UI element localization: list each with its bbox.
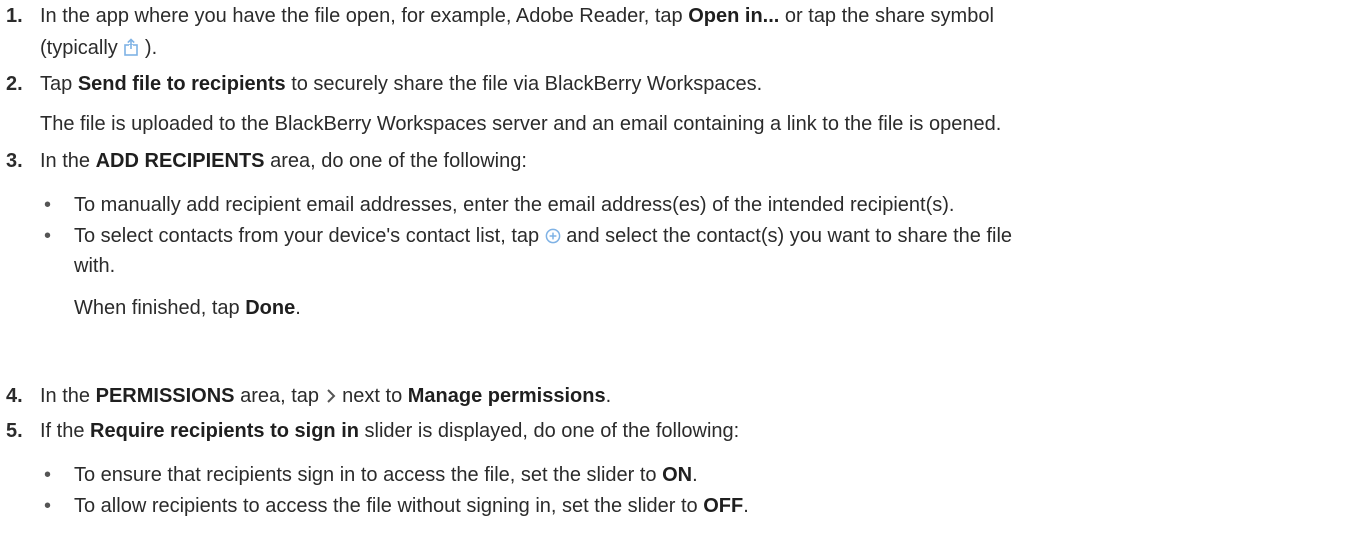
step-2-line: Tap Send file to recipients to securely …: [40, 73, 763, 95]
step-1: 1. In the app where you have the file op…: [0, 2, 994, 64]
done-label: Done: [245, 297, 296, 319]
list-item: • To ensure that recipients sign in to ac…: [44, 464, 698, 486]
off-label: OFF: [703, 495, 744, 517]
require-sign-in-label: Require recipients to sign in: [90, 420, 359, 442]
share-icon: [123, 36, 139, 64]
step-1-line-2: (typically ).: [40, 34, 994, 64]
step-4: 4. In the PERMISSIONS area, tap next to …: [0, 382, 611, 412]
add-circle-icon: [545, 224, 561, 252]
step-number: 4.: [6, 385, 23, 407]
step-3: 3. In the ADD RECIPIENTS area, do one of…: [0, 147, 1012, 322]
step-number: 2.: [6, 73, 23, 95]
list-item: • To allow recipients to access the file …: [44, 495, 749, 517]
permissions-label: PERMISSIONS: [95, 385, 235, 407]
step-number: 5.: [6, 420, 23, 442]
step-2-note: The file is uploaded to the BlackBerry W…: [40, 113, 1002, 135]
step-number: 1.: [6, 5, 23, 27]
step-5: 5. If the Require recipients to sign in …: [0, 417, 749, 520]
on-label: ON: [662, 464, 693, 486]
step-3-options: • To manually add recipient email address…: [40, 191, 1012, 280]
step-5-options: • To ensure that recipients sign in to ac…: [40, 461, 749, 520]
step-5-line: If the Require recipients to sign in sli…: [40, 420, 740, 442]
step-1-line-1: In the app where you have the file open,…: [40, 5, 994, 27]
step-2: 2. Tap Send file to recipients to secure…: [0, 70, 1001, 138]
add-recipients-label: ADD RECIPIENTS: [95, 150, 265, 172]
step-3-line: In the ADD RECIPIENTS area, do one of th…: [40, 150, 527, 172]
step-number: 3.: [6, 150, 23, 172]
send-file-label: Send file to recipients: [77, 73, 286, 95]
chevron-right-icon: [325, 384, 337, 412]
open-in-label: Open in...: [688, 5, 780, 27]
list-item: • To select contacts from your device's …: [44, 224, 1013, 277]
step-3-followup: When finished, tap Done.: [74, 297, 301, 319]
manage-permissions-label: Manage permissions: [407, 385, 606, 407]
list-item: • To manually add recipient email address…: [44, 194, 955, 216]
step-4-line: In the PERMISSIONS area, tap next to Man…: [40, 382, 611, 412]
